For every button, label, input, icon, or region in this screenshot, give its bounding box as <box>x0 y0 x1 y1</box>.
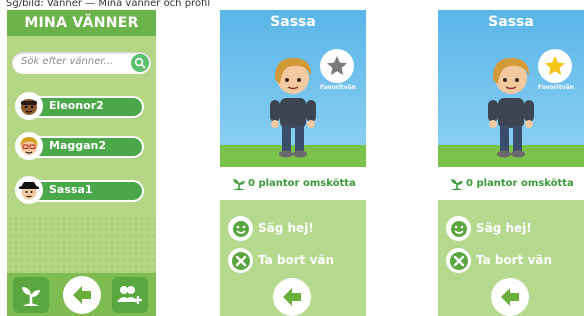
plants-count-text: 0 plantor omskötta <box>466 178 574 189</box>
say-hello-button[interactable]: Säg hej! <box>446 216 584 242</box>
remove-friend-button[interactable]: Ta bort vän <box>228 248 366 274</box>
friend-name: Sassa1 <box>49 183 93 196</box>
add-friend-icon[interactable] <box>112 277 148 313</box>
back-arrow-icon[interactable] <box>273 278 311 316</box>
plant-icon[interactable] <box>13 277 49 313</box>
friend-item-sassa1[interactable]: Sassa1 <box>15 176 148 204</box>
close-icon <box>446 248 471 273</box>
remove-friend-label: Ta bort vän <box>258 253 335 267</box>
plants-tended-row: 0 plantor omskötta <box>438 167 584 200</box>
profile-name: Sassa <box>488 14 534 30</box>
say-hello-label: Säg hej! <box>476 221 532 235</box>
back-arrow-icon[interactable] <box>63 276 101 314</box>
character-avatar <box>270 58 316 158</box>
remove-friend-label: Ta bort vän <box>476 253 553 267</box>
avatar <box>15 132 43 160</box>
search-placeholder: Sök efter vänner... <box>21 56 114 67</box>
plant-icon <box>231 176 247 195</box>
dot-pattern-decoration <box>7 215 156 273</box>
search-icon[interactable] <box>131 54 149 72</box>
say-hello-label: Säg hej! <box>258 221 314 235</box>
friend-item-eleonor2[interactable]: Eleonor2 <box>15 92 148 120</box>
favorite-star-icon[interactable] <box>320 49 354 83</box>
friend-item-maggan2[interactable]: Maggan2 <box>15 132 148 160</box>
profile-card-default: Sassa Favoritvän 0 plantor omskötta Säg … <box>220 10 366 316</box>
say-hello-button[interactable]: Säg hej! <box>228 216 366 242</box>
profile-name: Sassa <box>270 14 316 30</box>
friend-name: Maggan2 <box>49 139 107 152</box>
friends-panel-title: MINA VÄNNER <box>7 10 156 36</box>
plant-icon <box>449 176 465 195</box>
favorite-star-icon[interactable] <box>538 49 572 83</box>
close-icon <box>228 248 253 273</box>
profile-card-favorited: Sassa Favoritvän 0 plantor omskötta Säg … <box>438 10 584 316</box>
avatar <box>15 176 43 204</box>
remove-friend-button[interactable]: Ta bort vän <box>446 248 584 274</box>
friends-bottom-bar <box>7 273 156 316</box>
avatar <box>15 92 43 120</box>
character-avatar <box>488 58 534 158</box>
plants-tended-row: 0 plantor omskötta <box>220 167 366 200</box>
favorite-label: Favoritvän <box>538 84 574 91</box>
friend-name: Eleonor2 <box>49 99 104 112</box>
smiley-icon <box>446 216 471 241</box>
friend-search-input[interactable]: Sök efter vänner... <box>12 52 151 74</box>
back-arrow-icon[interactable] <box>491 278 529 316</box>
smiley-icon <box>228 216 253 241</box>
plants-count-text: 0 plantor omskötta <box>248 178 356 189</box>
friends-panel: MINA VÄNNER Sök efter vänner... Eleonor2… <box>7 10 156 316</box>
favorite-label: Favoritvän <box>320 84 356 91</box>
